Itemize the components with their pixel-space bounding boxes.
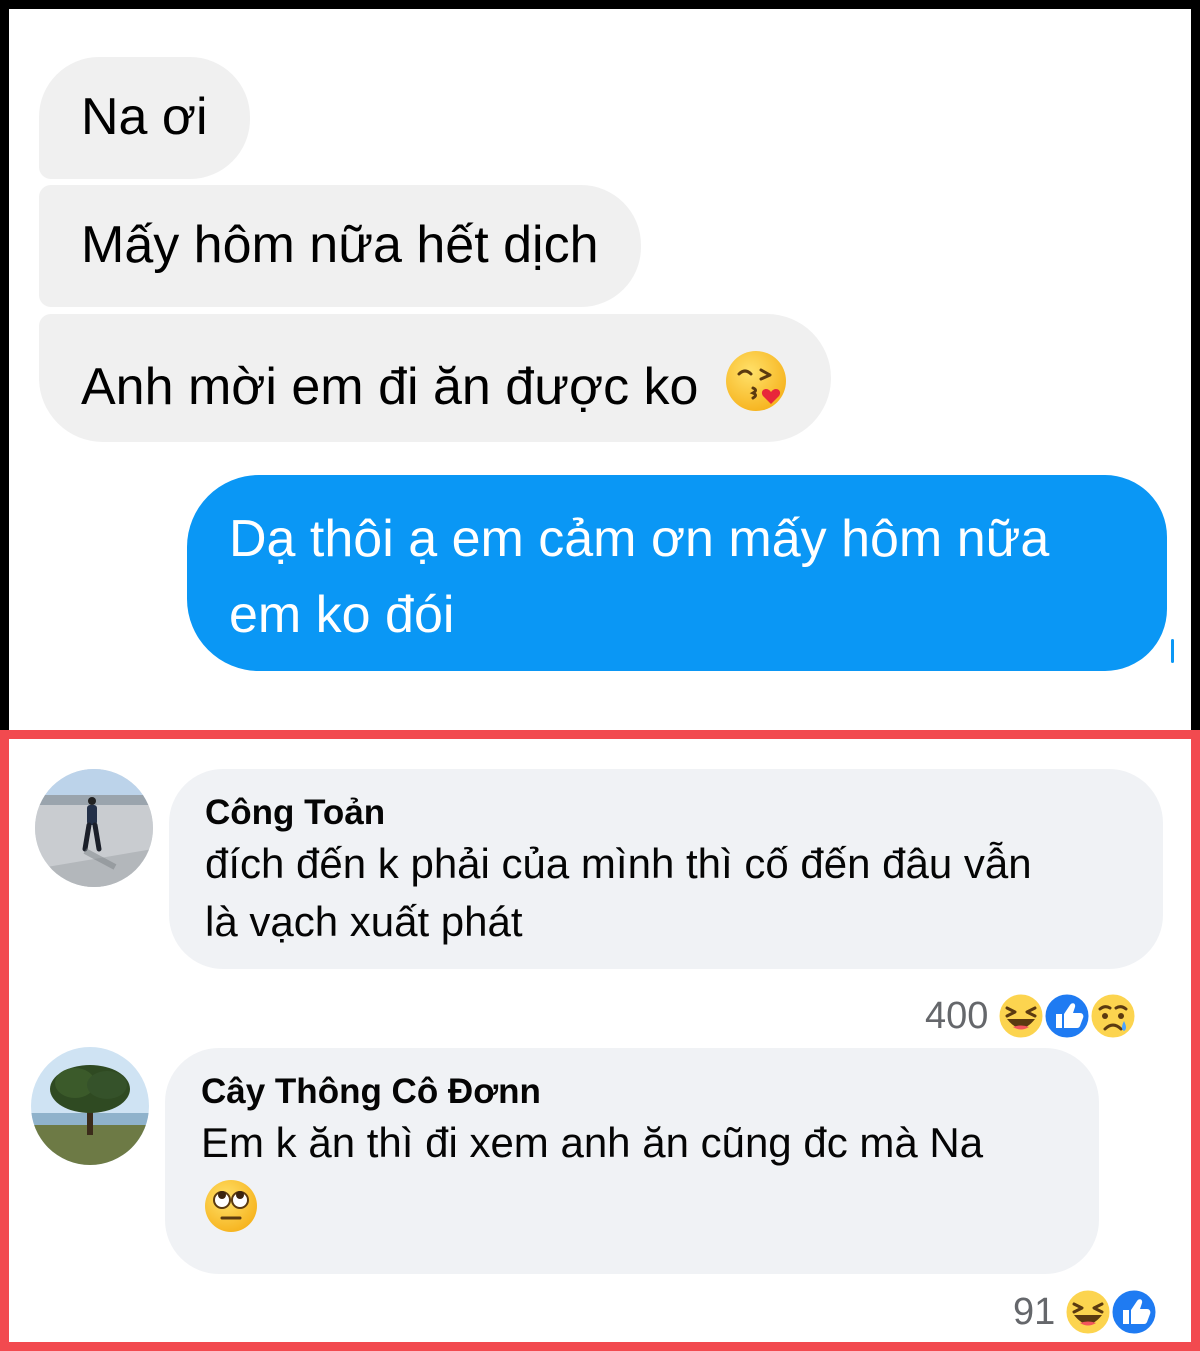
haha-icon — [1063, 1287, 1113, 1337]
comment-text-line-2: là vạch xuất phát — [205, 898, 523, 945]
reaction-summary[interactable]: 400 — [925, 991, 1138, 1041]
comment-author[interactable]: Công Toản — [205, 791, 1163, 835]
face-blowing-kiss-icon — [723, 348, 789, 427]
message-text: Na ơi — [81, 88, 208, 146]
like-icon — [1042, 991, 1092, 1041]
sad-icon — [1088, 991, 1138, 1041]
comment-bubble: Cây Thông Cô Đơnn Em k ăn thì đi xem anh… — [165, 1048, 1099, 1274]
face-rolling-eyes-icon — [203, 1178, 1099, 1239]
avatar[interactable] — [31, 1047, 149, 1165]
reaction-summary[interactable]: 91 — [1013, 1287, 1159, 1337]
avatar[interactable] — [35, 769, 153, 887]
haha-icon — [996, 991, 1046, 1041]
message-text: Mấy hôm nữa hết dịch — [81, 216, 599, 274]
incoming-message: Na ơi — [39, 57, 250, 179]
reaction-count: 91 — [1013, 1291, 1056, 1333]
comment-author[interactable]: Cây Thông Cô Đơnn — [201, 1070, 1099, 1114]
like-icon — [1109, 1287, 1159, 1337]
comment-bubble: Công Toản đích đến k phải của mình thì c… — [169, 769, 1163, 969]
comments-section: Công Toản đích đến k phải của mình thì c… — [0, 730, 1200, 1351]
message-text: Anh mời em đi ăn được ko — [81, 358, 699, 416]
comment-text-line-1: Em k ăn thì đi xem anh ăn cũng đc mà Na — [201, 1119, 984, 1166]
messenger-screenshot: Na ơi Mấy hôm nữa hết dịch Anh mời em đi… — [0, 0, 1200, 730]
incoming-message: Anh mời em đi ăn được ko — [39, 314, 831, 442]
avatar-person-on-runway — [35, 769, 153, 887]
comment-text-line-1: đích đến k phải của mình thì cố đến đâu … — [205, 840, 1032, 887]
message-text-line-1: Dạ thôi ạ em cảm ơn mấy hôm nữa — [229, 510, 1050, 568]
incoming-message: Mấy hôm nữa hết dịch — [39, 185, 641, 307]
avatar-lone-tree — [31, 1047, 149, 1165]
message-tail — [1171, 639, 1174, 663]
outgoing-message: Dạ thôi ạ em cảm ơn mấy hôm nữa em ko đó… — [187, 475, 1167, 671]
message-text-line-2: em ko đói — [229, 586, 455, 644]
reaction-count: 400 — [925, 995, 989, 1037]
